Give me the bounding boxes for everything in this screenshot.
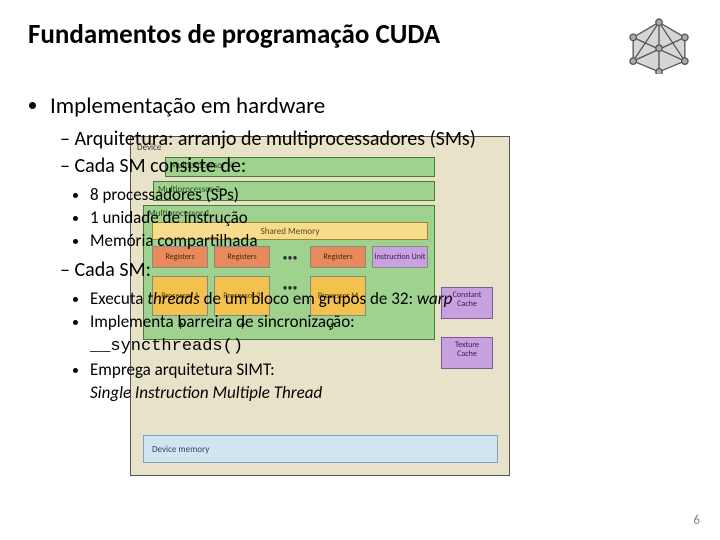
slide-title: Fundamentos de programação CUDA: [28, 18, 616, 51]
item-barreira: Implementa barreira de sincronização: __…: [90, 311, 692, 359]
device-memory-block: Device memory: [143, 435, 498, 463]
subbullet-sm-consiste: Cada SM consiste de: 8 processadores (SP…: [60, 153, 692, 253]
item-1-unidade: 1 unidade de instrução: [90, 207, 692, 230]
bullet-hardware-impl: Implementação em hardware Arquitetura: a…: [50, 92, 692, 405]
item-memoria: Memória compartilhada: [90, 230, 692, 253]
item-executa-threads: Executa threads de um bloco em grupos de…: [90, 288, 692, 311]
subbullet-cada-sm: Cada SM: Executa threads de um bloco em …: [60, 257, 692, 405]
page-number: 6: [693, 513, 700, 528]
item-simt: Emprega arquitetura SIMT: Single Instruc…: [90, 359, 692, 405]
cuda-polyhedron-icon: [626, 18, 692, 74]
code-syncthreads: __syncthreads(): [90, 337, 243, 356]
bullet-text: Implementação em hardware: [50, 92, 325, 120]
item-8-processadores: 8 processadores (SPs): [90, 184, 692, 207]
subbullet-arquitetura: Arquitetura: arranjo de multiprocessador…: [60, 126, 692, 153]
